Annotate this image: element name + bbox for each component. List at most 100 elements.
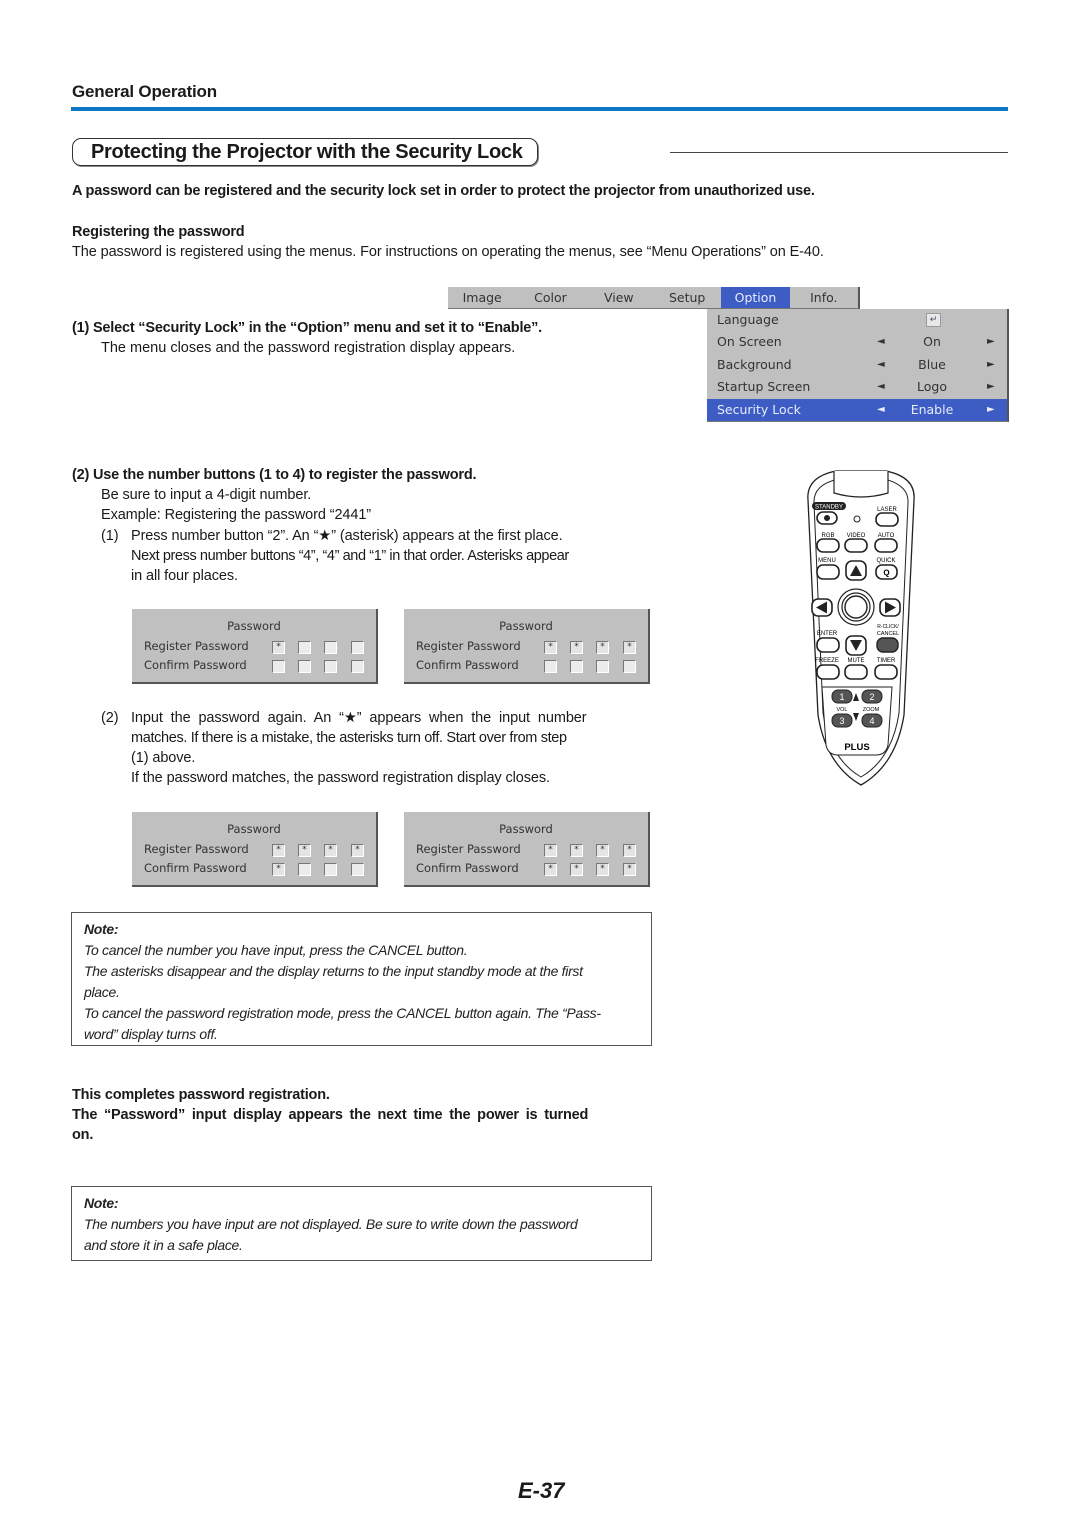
registering-heading: Registering the password (72, 224, 245, 240)
step2-line2: Example: Registering the password “2441” (101, 507, 372, 523)
menu-tab-image[interactable]: Image (448, 287, 516, 308)
left-arrow-icon[interactable]: ◄ (877, 354, 885, 376)
page-title: Protecting the Projector with the Securi… (72, 138, 538, 166)
register-digit-box: * (544, 641, 557, 654)
video-label: VIDEO (847, 533, 866, 539)
confirm-digit-box (351, 863, 364, 876)
nav-center-button (844, 595, 868, 619)
register-digit-box: * (272, 641, 285, 654)
cancel-button (876, 637, 899, 653)
menu-row-language[interactable]: Language ↵ (707, 309, 1007, 331)
right-arrow-icon[interactable]: ► (987, 354, 995, 376)
confirm-password-label: Confirm Password (144, 658, 247, 672)
vol-label: VOL (836, 707, 847, 713)
mute-label: MUTE (848, 658, 865, 664)
register-digit-box: * (623, 844, 636, 857)
confirm-digit-box: * (623, 863, 636, 876)
register-digit-box (298, 641, 311, 654)
sub1-line: in all four places. (131, 568, 238, 584)
sub2-line: Input the password again. An “★” appears… (131, 710, 587, 726)
completion-line3: on. (72, 1127, 94, 1143)
menu-button (816, 564, 840, 580)
register-digit-box: * (623, 641, 636, 654)
section-title: General Operation (72, 82, 217, 101)
menu-row-value: Enable (910, 402, 954, 417)
title-rule (670, 152, 1008, 153)
password-dialog: Password Register Password * * * * Confirm Pas… (132, 812, 378, 887)
right-arrow-icon[interactable]: ► (987, 376, 995, 398)
register-digit-box (351, 641, 364, 654)
step2-heading: (2) Use the number buttons (1 to 4) to r… (72, 467, 477, 483)
menu-row-label: Background (717, 357, 792, 372)
menu-tab-option[interactable]: Option (721, 287, 790, 308)
confirm-digit-box (324, 660, 337, 673)
sub1-line: Press number button “2”. An “★” (asteris… (131, 528, 563, 544)
confirm-digit-box: * (544, 863, 557, 876)
left-arrow-icon[interactable]: ◄ (877, 376, 885, 398)
menu-tab-color[interactable]: Color (516, 287, 584, 308)
menu-row-label: Security Lock (717, 402, 801, 417)
menu-row-label: Language (717, 312, 779, 327)
mute-button (844, 664, 868, 680)
enter-icon: ↵ (926, 313, 941, 327)
sub2-line: (1) above. (131, 750, 196, 766)
password-dialog-title: Password (227, 822, 281, 836)
step1-heading: (1) Select “Security Lock” in the “Optio… (72, 320, 543, 336)
laser-button (875, 512, 899, 527)
confirm-digit-box (623, 660, 636, 673)
confirm-digit-box (298, 660, 311, 673)
confirm-digit-box: * (596, 863, 609, 876)
password-dialog-title: Password (499, 822, 553, 836)
freeze-button (816, 664, 840, 680)
right-arrow-icon[interactable]: ► (987, 399, 995, 421)
confirm-digit-box (570, 660, 583, 673)
laser-label: LASER (877, 507, 897, 513)
menu-row-on-screen[interactable]: On Screen ◄ On ► (707, 331, 1007, 353)
password-dialog: Password Register Password * * * * Confirm Pas… (404, 812, 650, 887)
registering-text: The password is registered using the men… (72, 244, 824, 260)
register-password-label: Register Password (144, 639, 249, 653)
menu-row-label: On Screen (717, 334, 782, 349)
confirm-password-label: Confirm Password (416, 658, 519, 672)
register-digit-box (324, 641, 337, 654)
menu-row-startup-screen[interactable]: Startup Screen ◄ Logo ► (707, 376, 1007, 398)
confirm-digit-box: * (272, 863, 285, 876)
password-dialog: Password Register Password * * * * Confirm Pas… (404, 609, 650, 684)
number-3-label: 3 (839, 716, 844, 726)
menu-tab-bar: Image Color View Setup Option Info. (448, 287, 860, 309)
confirm-password-label: Confirm Password (144, 861, 247, 875)
menu-row-background[interactable]: Background ◄ Blue ► (707, 354, 1007, 376)
timer-button (874, 664, 898, 680)
rgb-button (816, 538, 840, 553)
menu-tab-info[interactable]: Info. (790, 287, 858, 308)
register-digit-box: * (324, 844, 337, 857)
sub1-number: (1) (101, 528, 119, 544)
menu-row-security-lock[interactable]: Security Lock ◄ Enable ► (707, 399, 1007, 421)
right-arrow-icon[interactable]: ► (987, 331, 995, 353)
sub2-after: If the password matches, the password re… (131, 770, 550, 786)
quick-label: QUICK (876, 558, 895, 564)
cancel-label: CANCEL (877, 631, 899, 637)
menu-tab-setup[interactable]: Setup (653, 287, 721, 308)
sub2-number: (2) (101, 710, 119, 726)
register-digit-box: * (298, 844, 311, 857)
note-line: The numbers you have input are not displ… (84, 1216, 578, 1232)
register-digit-box: * (596, 844, 609, 857)
password-dialog-title: Password (227, 619, 281, 633)
rgb-label: RGB (821, 533, 834, 539)
left-arrow-icon[interactable]: ◄ (877, 331, 885, 353)
password-dialog: Password Register Password * Confirm Passwo… (132, 609, 378, 684)
number-1-label: 1 (839, 692, 844, 702)
menu-tab-view[interactable]: View (585, 287, 653, 308)
left-arrow-icon[interactable]: ◄ (877, 399, 885, 421)
register-digit-box: * (570, 844, 583, 857)
password-dialog-title: Password (499, 619, 553, 633)
completion-line2: The “Password” input display appears the… (72, 1107, 589, 1123)
header-rule (71, 107, 1008, 111)
menu-label: MENU (818, 558, 836, 564)
auto-label: AUTO (878, 533, 895, 539)
register-digit-box: * (351, 844, 364, 857)
confirm-password-label: Confirm Password (416, 861, 519, 875)
note-line: and store it in a safe place. (84, 1237, 243, 1253)
register-digit-box: * (570, 641, 583, 654)
